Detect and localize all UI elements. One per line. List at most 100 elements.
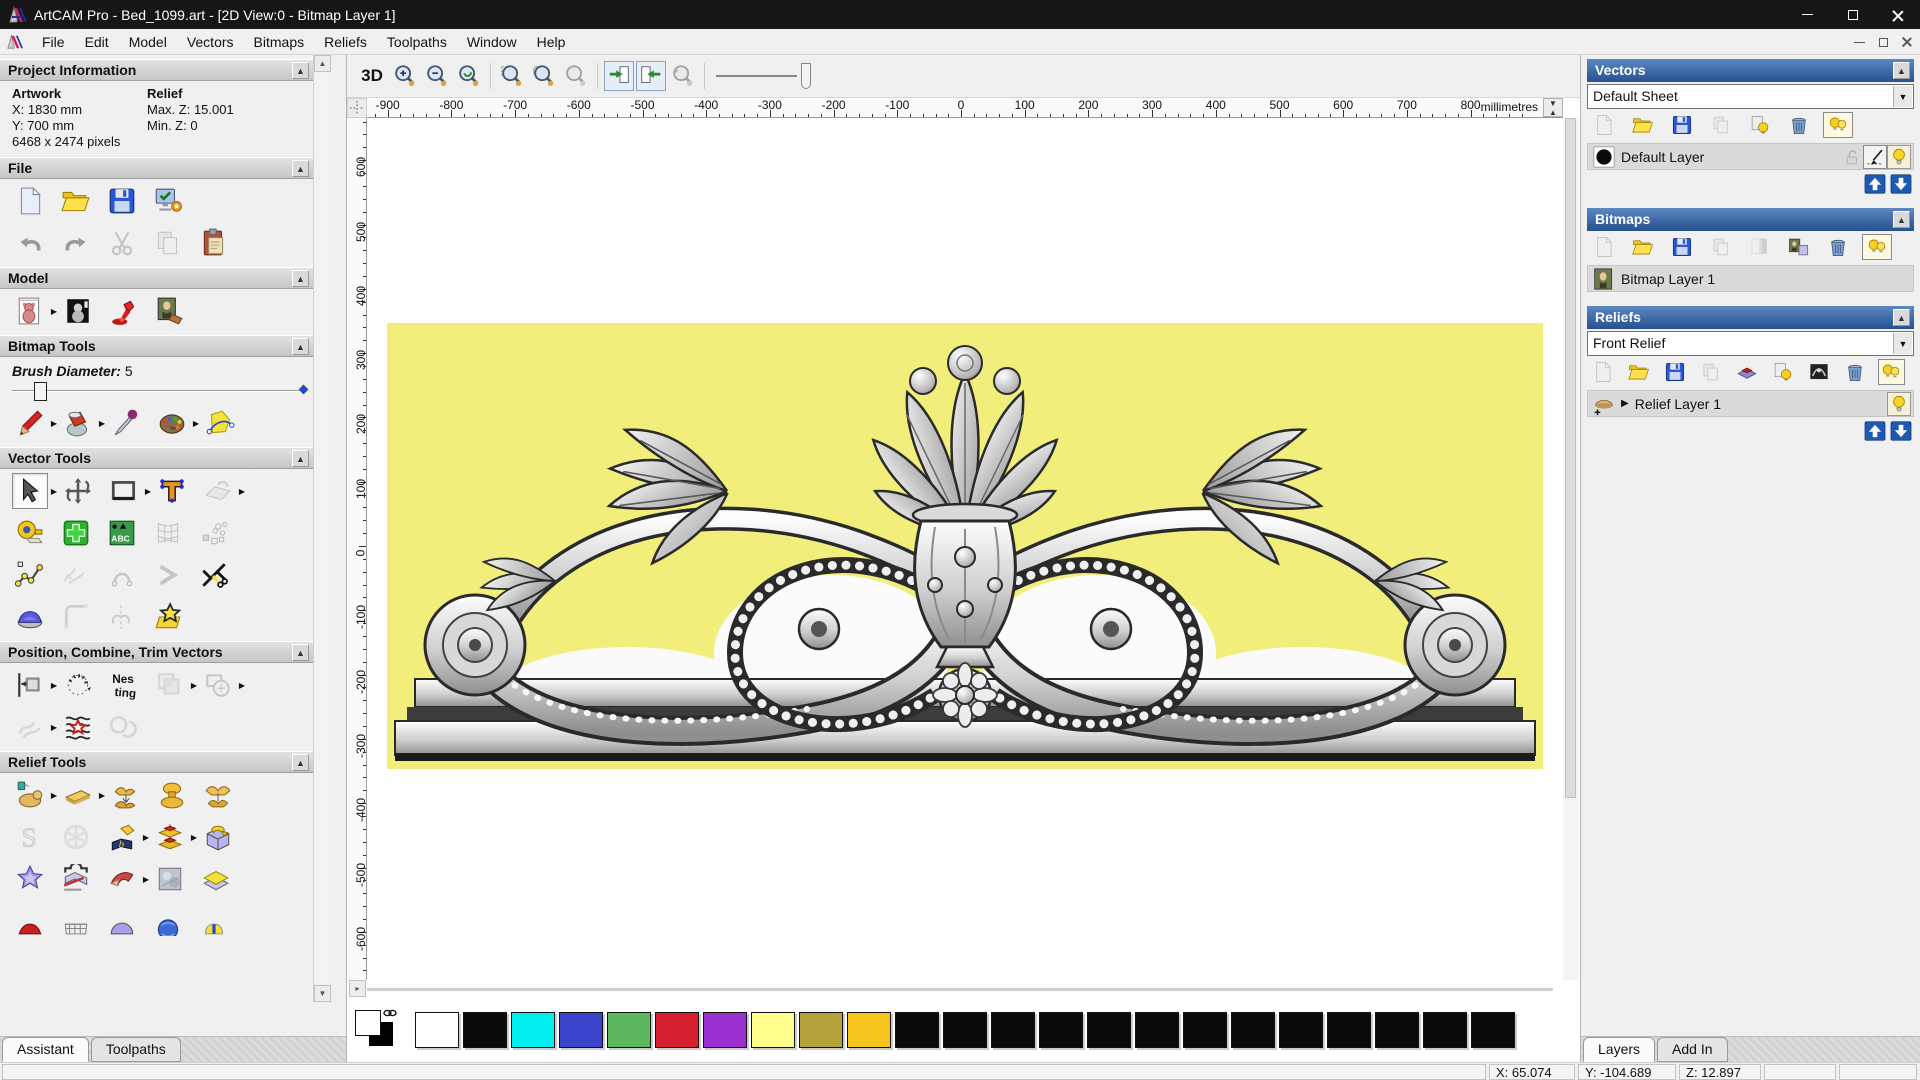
bitmap-layer-name[interactable]: Bitmap Layer 1	[1621, 271, 1715, 287]
trim-vectors-button[interactable]	[196, 557, 232, 593]
two-rail-sweep-button[interactable]	[104, 861, 140, 897]
bitmap-save-button[interactable]	[1667, 234, 1697, 260]
palette-swatch-6[interactable]	[703, 1012, 747, 1048]
zoom-in-button[interactable]	[390, 61, 420, 91]
palette-swatch-15[interactable]	[1135, 1012, 1179, 1048]
layer-lock-button[interactable]	[1839, 145, 1863, 169]
palette-swatch-14[interactable]	[1087, 1012, 1131, 1048]
ruler-units-button[interactable]: ▼ ▲	[1543, 98, 1563, 117]
menu-model[interactable]: Model	[119, 31, 177, 53]
vscroll-thumb[interactable]	[1565, 118, 1576, 798]
collapse-reliefs-button[interactable]: ▲	[1893, 309, 1910, 326]
close-button[interactable]	[1875, 0, 1920, 29]
relief-toggle-all-button[interactable]	[1877, 359, 1906, 385]
load-replace-relief-button[interactable]	[200, 819, 236, 855]
pan-previous-button[interactable]	[604, 61, 634, 91]
subtract-relief-button[interactable]	[154, 777, 190, 813]
flood-fill-button-flyout[interactable]: ▶	[96, 419, 108, 428]
select-vectors-button[interactable]	[12, 473, 48, 509]
save-model-button[interactable]	[104, 183, 140, 219]
two-rail-sweep-button-flyout[interactable]: ▶	[140, 875, 152, 884]
shape-editor-button[interactable]	[12, 861, 48, 897]
texture-relief-button[interactable]	[152, 861, 188, 897]
collapse-vector-tools-button[interactable]: ▲	[292, 450, 309, 467]
vector-doctor-button[interactable]	[150, 599, 186, 635]
measure-button[interactable]	[12, 515, 48, 551]
dome-relief-button[interactable]	[104, 903, 140, 939]
palette-swatch-4[interactable]	[607, 1012, 651, 1048]
vector-layer-row[interactable]: Default Layer	[1587, 143, 1914, 170]
palette-swatch-10[interactable]	[895, 1012, 939, 1048]
create-polyline-button[interactable]	[12, 557, 48, 593]
minimize-button[interactable]	[1785, 0, 1830, 29]
relief-save-button[interactable]	[1661, 359, 1688, 385]
primary-color-swatch[interactable]	[355, 1010, 381, 1036]
move-relief-down-button[interactable]	[1890, 421, 1912, 441]
bitmap-to-vector-button[interactable]	[202, 405, 238, 441]
paint-button[interactable]	[12, 405, 48, 441]
vector-toggle-all-button[interactable]	[1823, 112, 1853, 138]
palette-swatch-9[interactable]	[847, 1012, 891, 1048]
relief-greyscale-button[interactable]	[1806, 359, 1833, 385]
sculpting-button[interactable]	[12, 777, 48, 813]
sculpting-button-flyout[interactable]: ▶	[48, 791, 60, 800]
brush-diameter-slider[interactable]	[12, 381, 309, 401]
nesting-button[interactable]: Nes ting	[106, 667, 142, 703]
move-layer-up-button[interactable]	[1864, 174, 1886, 194]
menu-file[interactable]: File	[32, 31, 75, 53]
set-model-size-button-flyout[interactable]: ▶	[48, 307, 60, 316]
palette-swatch-3[interactable]	[559, 1012, 603, 1048]
redo-button[interactable]	[58, 225, 94, 261]
wrap-text-button-flyout[interactable]: ▶	[236, 487, 248, 496]
layer-snap-button[interactable]	[1863, 145, 1887, 169]
relief-bulb-button[interactable]	[1769, 359, 1796, 385]
slider-handle[interactable]	[34, 382, 47, 401]
pan-next-button[interactable]	[636, 61, 666, 91]
palette-swatch-19[interactable]	[1327, 1012, 1371, 1048]
menu-window[interactable]: Window	[457, 31, 527, 53]
vector-delete-button[interactable]	[1784, 112, 1814, 138]
assistant-scrollbar[interactable]: ▲ ▼	[313, 55, 331, 1002]
bitmap-delete-button[interactable]	[1823, 234, 1853, 260]
palette-swatch-1[interactable]	[463, 1012, 507, 1048]
tab-toolpaths[interactable]: Toolpaths	[90, 1037, 181, 1062]
relief-open-button[interactable]	[1625, 359, 1652, 385]
relief-from-image-button-flyout[interactable]: ▶	[140, 833, 152, 842]
smooth-relief-button[interactable]	[60, 777, 96, 813]
palette-swatch-20[interactable]	[1375, 1012, 1419, 1048]
wing-relief-button[interactable]	[196, 903, 232, 939]
texture-button[interactable]	[152, 293, 188, 329]
create-text-button[interactable]	[154, 473, 190, 509]
offset-relief-button-flyout[interactable]: ▶	[188, 833, 200, 842]
flood-fill-button[interactable]	[60, 405, 96, 441]
relief-layer-row[interactable]: ▶ Relief Layer 1	[1587, 390, 1914, 417]
relief-select[interactable]: Front Relief ▼	[1587, 331, 1914, 356]
palette-swatch-17[interactable]	[1231, 1012, 1275, 1048]
new-model-button[interactable]	[12, 183, 48, 219]
sheet-select-arrow-icon[interactable]: ▼	[1893, 86, 1912, 107]
collapse-bitmaps-button[interactable]: ▲	[1893, 211, 1910, 228]
group-vectors-button-flyout[interactable]: ▶	[188, 681, 200, 690]
weld-vectors-button-flyout[interactable]: ▶	[236, 681, 248, 690]
pick-colour-button[interactable]	[108, 405, 144, 441]
ruler-origin-button[interactable]	[347, 98, 367, 118]
vector-texture-button[interactable]	[60, 709, 96, 745]
offset-layer-button[interactable]	[198, 861, 234, 897]
palette-swatch-8[interactable]	[799, 1012, 843, 1048]
undo-button[interactable]	[12, 225, 48, 261]
relief-delete-button[interactable]	[1842, 359, 1869, 385]
tab-add-in[interactable]: Add In	[1657, 1037, 1728, 1062]
add-relief-button[interactable]	[108, 777, 144, 813]
mdi-restore-button[interactable]	[1879, 37, 1888, 47]
drawing-viewport[interactable]	[367, 118, 1563, 980]
menu-toolpaths[interactable]: Toolpaths	[377, 31, 457, 53]
collapse-bitmap-tools-button[interactable]: ▲	[292, 338, 309, 355]
relief-select-arrow-icon[interactable]: ▼	[1893, 333, 1912, 354]
collapse-model-button[interactable]: ▲	[292, 270, 309, 287]
select-vectors-button-flyout[interactable]: ▶	[48, 487, 60, 496]
palette-swatch-11[interactable]	[943, 1012, 987, 1048]
canvas-vertical-scrollbar[interactable]	[1563, 118, 1578, 980]
model-wizard-button[interactable]	[150, 183, 186, 219]
sheet-select[interactable]: Default Sheet ▼	[1587, 84, 1914, 109]
open-model-button[interactable]	[58, 183, 94, 219]
